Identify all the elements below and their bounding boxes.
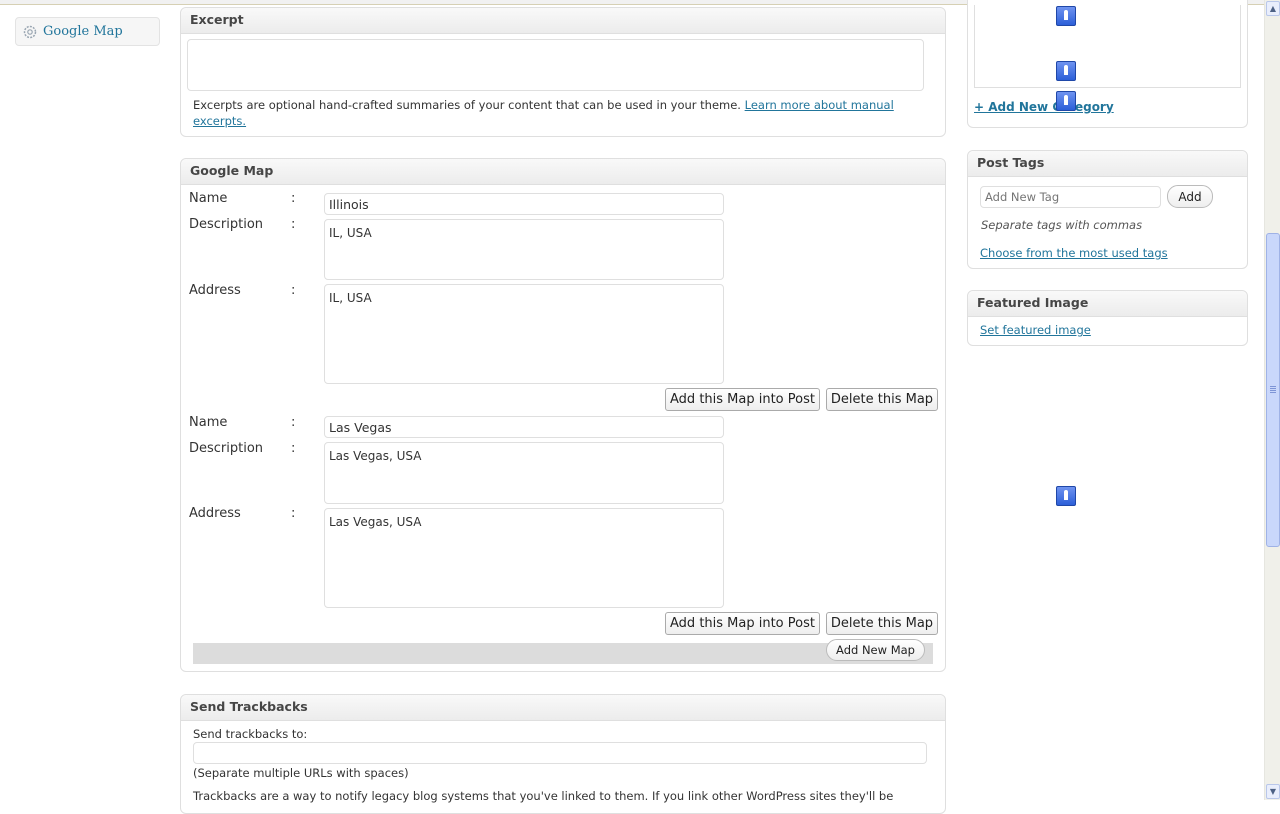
scroll-down-arrow-icon[interactable]: ▼ (1266, 784, 1280, 799)
map1-address-textarea[interactable]: IL, USA (324, 284, 724, 384)
map2-address-textarea[interactable]: Las Vegas, USA (324, 508, 724, 608)
new-tag-input[interactable] (980, 186, 1161, 208)
add-new-category-link[interactable]: + Add New Category (974, 100, 1114, 114)
gear-icon (23, 25, 37, 38)
featured-image-box: Featured Image (967, 290, 1248, 346)
map1-description-label: Description (189, 217, 264, 232)
add-tag-button[interactable]: Add (1167, 185, 1213, 208)
excerpt-title[interactable]: Excerpt (181, 8, 945, 34)
map2-description-label: Description (189, 441, 264, 456)
colon: : (291, 191, 296, 206)
categories-list[interactable] (974, 5, 1241, 88)
excerpt-textarea[interactable] (187, 39, 924, 91)
choose-most-used-tags-link[interactable]: Choose from the most used tags (980, 246, 1168, 260)
map2-address-label: Address (189, 506, 241, 521)
scrollbar-grip-icon (1270, 386, 1276, 393)
map-pin-icon[interactable] (1056, 6, 1076, 26)
map1-add-into-post-button[interactable]: Add this Map into Post (665, 388, 820, 411)
colon: : (291, 217, 296, 232)
google-map-title[interactable]: Google Map (181, 159, 945, 185)
map1-name-label: Name (189, 191, 228, 206)
colon: : (291, 506, 296, 521)
featured-image-title[interactable]: Featured Image (968, 291, 1247, 317)
excerpt-help: Excerpts are optional hand-crafted summa… (193, 97, 913, 129)
map2-name-label: Name (189, 415, 228, 430)
colon: : (291, 441, 296, 456)
scroll-up-arrow-icon[interactable]: ▲ (1266, 1, 1280, 16)
excerpt-learn-more-link[interactable]: Learn more about manual (745, 98, 894, 112)
trackbacks-info: Trackbacks are a way to notify legacy bl… (193, 789, 894, 803)
trackbacks-title[interactable]: Send Trackbacks (181, 695, 945, 721)
colon: : (291, 415, 296, 430)
map2-delete-button[interactable]: Delete this Map (826, 612, 938, 635)
post-tags-hint: Separate tags with commas (981, 218, 1143, 232)
sidebar-item-label: Google Map (43, 24, 123, 39)
map1-description-textarea[interactable]: IL, USA (324, 219, 724, 280)
map1-name-input[interactable]: Illinois (324, 193, 724, 215)
map2-description-textarea[interactable]: Las Vegas, USA (324, 442, 724, 504)
post-tags-title[interactable]: Post Tags (968, 151, 1247, 177)
excerpt-help-text: Excerpts are optional hand-crafted summa… (193, 98, 741, 112)
map2-add-into-post-button[interactable]: Add this Map into Post (665, 612, 820, 635)
vertical-scrollbar[interactable]: ▲ ▼ (1264, 0, 1280, 800)
map-pin-icon[interactable] (1056, 61, 1076, 81)
map2-name-input[interactable]: Las Vegas (324, 416, 724, 438)
add-new-map-bar (193, 643, 933, 664)
excerpt-learn-more-link-2[interactable]: excerpts. (193, 114, 246, 128)
sidebar-item-google-map[interactable]: Google Map (15, 17, 160, 46)
trackbacks-hint: (Separate multiple URLs with spaces) (193, 766, 409, 780)
set-featured-image-link[interactable]: Set featured image (980, 323, 1091, 337)
colon: : (291, 283, 296, 298)
trackbacks-input[interactable] (193, 742, 927, 764)
add-new-map-button[interactable]: Add New Map (826, 639, 925, 661)
map1-delete-button[interactable]: Delete this Map (826, 388, 938, 411)
map1-address-label: Address (189, 283, 241, 298)
trackbacks-label: Send trackbacks to: (193, 727, 308, 741)
scrollbar-thumb[interactable] (1266, 233, 1280, 547)
map-pin-icon[interactable] (1056, 91, 1076, 111)
map-pin-icon[interactable] (1056, 486, 1076, 506)
